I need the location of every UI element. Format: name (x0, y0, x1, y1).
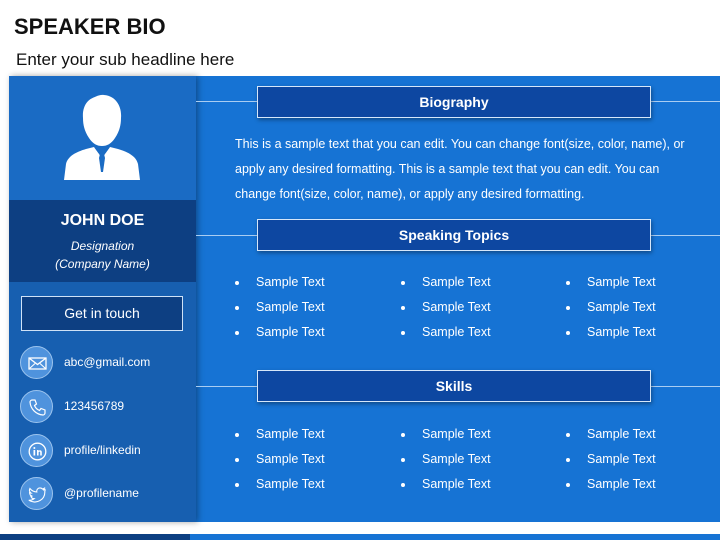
footer-bar-accent (190, 534, 720, 540)
divider-line (651, 386, 720, 387)
linkedin-text: profile/linkedin (64, 443, 141, 457)
contact-phone[interactable]: 123456789 (20, 390, 190, 424)
person-icon (64, 94, 140, 180)
speaker-name: JOHN DOE (60, 212, 145, 229)
list-item: Sample Text (566, 295, 716, 320)
email-text: abc@gmail.com (64, 355, 151, 369)
skills-column-3: Sample Text Sample Text Sample Text (566, 422, 716, 497)
list-item: Sample Text (235, 320, 385, 345)
contact-twitter[interactable]: @profilename (20, 477, 190, 511)
avatar (9, 76, 196, 200)
skills-column-1: Sample Text Sample Text Sample Text (235, 422, 385, 497)
biography-heading: Biography (257, 86, 651, 118)
divider-line (196, 235, 257, 236)
page-title: SPEAKER BIO (14, 14, 166, 39)
list-item: Sample Text (401, 472, 551, 497)
phone-text: 123456789 (64, 399, 125, 413)
topics-column-2: Sample Text Sample Text Sample Text (401, 270, 551, 345)
list-item: Sample Text (566, 472, 716, 497)
list-item: Sample Text (566, 270, 716, 295)
contact-email[interactable]: abc@gmail.com (20, 346, 190, 380)
get-in-touch-button[interactable]: Get in touch (21, 296, 183, 331)
list-item: Sample Text (401, 422, 551, 447)
divider-line (651, 235, 720, 236)
name-block: JOHN DOE Designation (Company Name) (9, 200, 196, 282)
profile-panel: JOHN DOE Designation (Company Name) Get … (9, 76, 196, 522)
divider-line (196, 101, 257, 102)
designation: Designation (70, 239, 135, 253)
speaking-topics-heading: Speaking Topics (257, 219, 651, 251)
company-name: (Company Name) (55, 257, 150, 271)
list-item: Sample Text (235, 447, 385, 472)
list-item: Sample Text (401, 447, 551, 472)
topics-column-3: Sample Text Sample Text Sample Text (566, 270, 716, 345)
list-item: Sample Text (566, 422, 716, 447)
twitter-icon (28, 486, 46, 503)
list-item: Sample Text (566, 447, 716, 472)
list-item: Sample Text (566, 320, 716, 345)
biography-text: This is a sample text that you can edit.… (235, 137, 685, 201)
contact-linkedin[interactable]: profile/linkedin (20, 434, 190, 468)
phone-icon (29, 399, 46, 416)
mail-icon (28, 357, 47, 370)
skills-heading: Skills (257, 370, 651, 402)
skills-column-2: Sample Text Sample Text Sample Text (401, 422, 551, 497)
page-subtitle: Enter your sub headline here (16, 50, 235, 69)
list-item: Sample Text (401, 295, 551, 320)
list-item: Sample Text (401, 320, 551, 345)
topics-column-1: Sample Text Sample Text Sample Text (235, 270, 385, 345)
divider-line (196, 386, 257, 387)
list-item: Sample Text (235, 270, 385, 295)
list-item: Sample Text (235, 295, 385, 320)
list-item: Sample Text (401, 270, 551, 295)
list-item: Sample Text (235, 472, 385, 497)
twitter-text: @profilename (64, 486, 139, 500)
divider-line (651, 101, 720, 102)
list-item: Sample Text (235, 422, 385, 447)
linkedin-icon (28, 442, 47, 461)
